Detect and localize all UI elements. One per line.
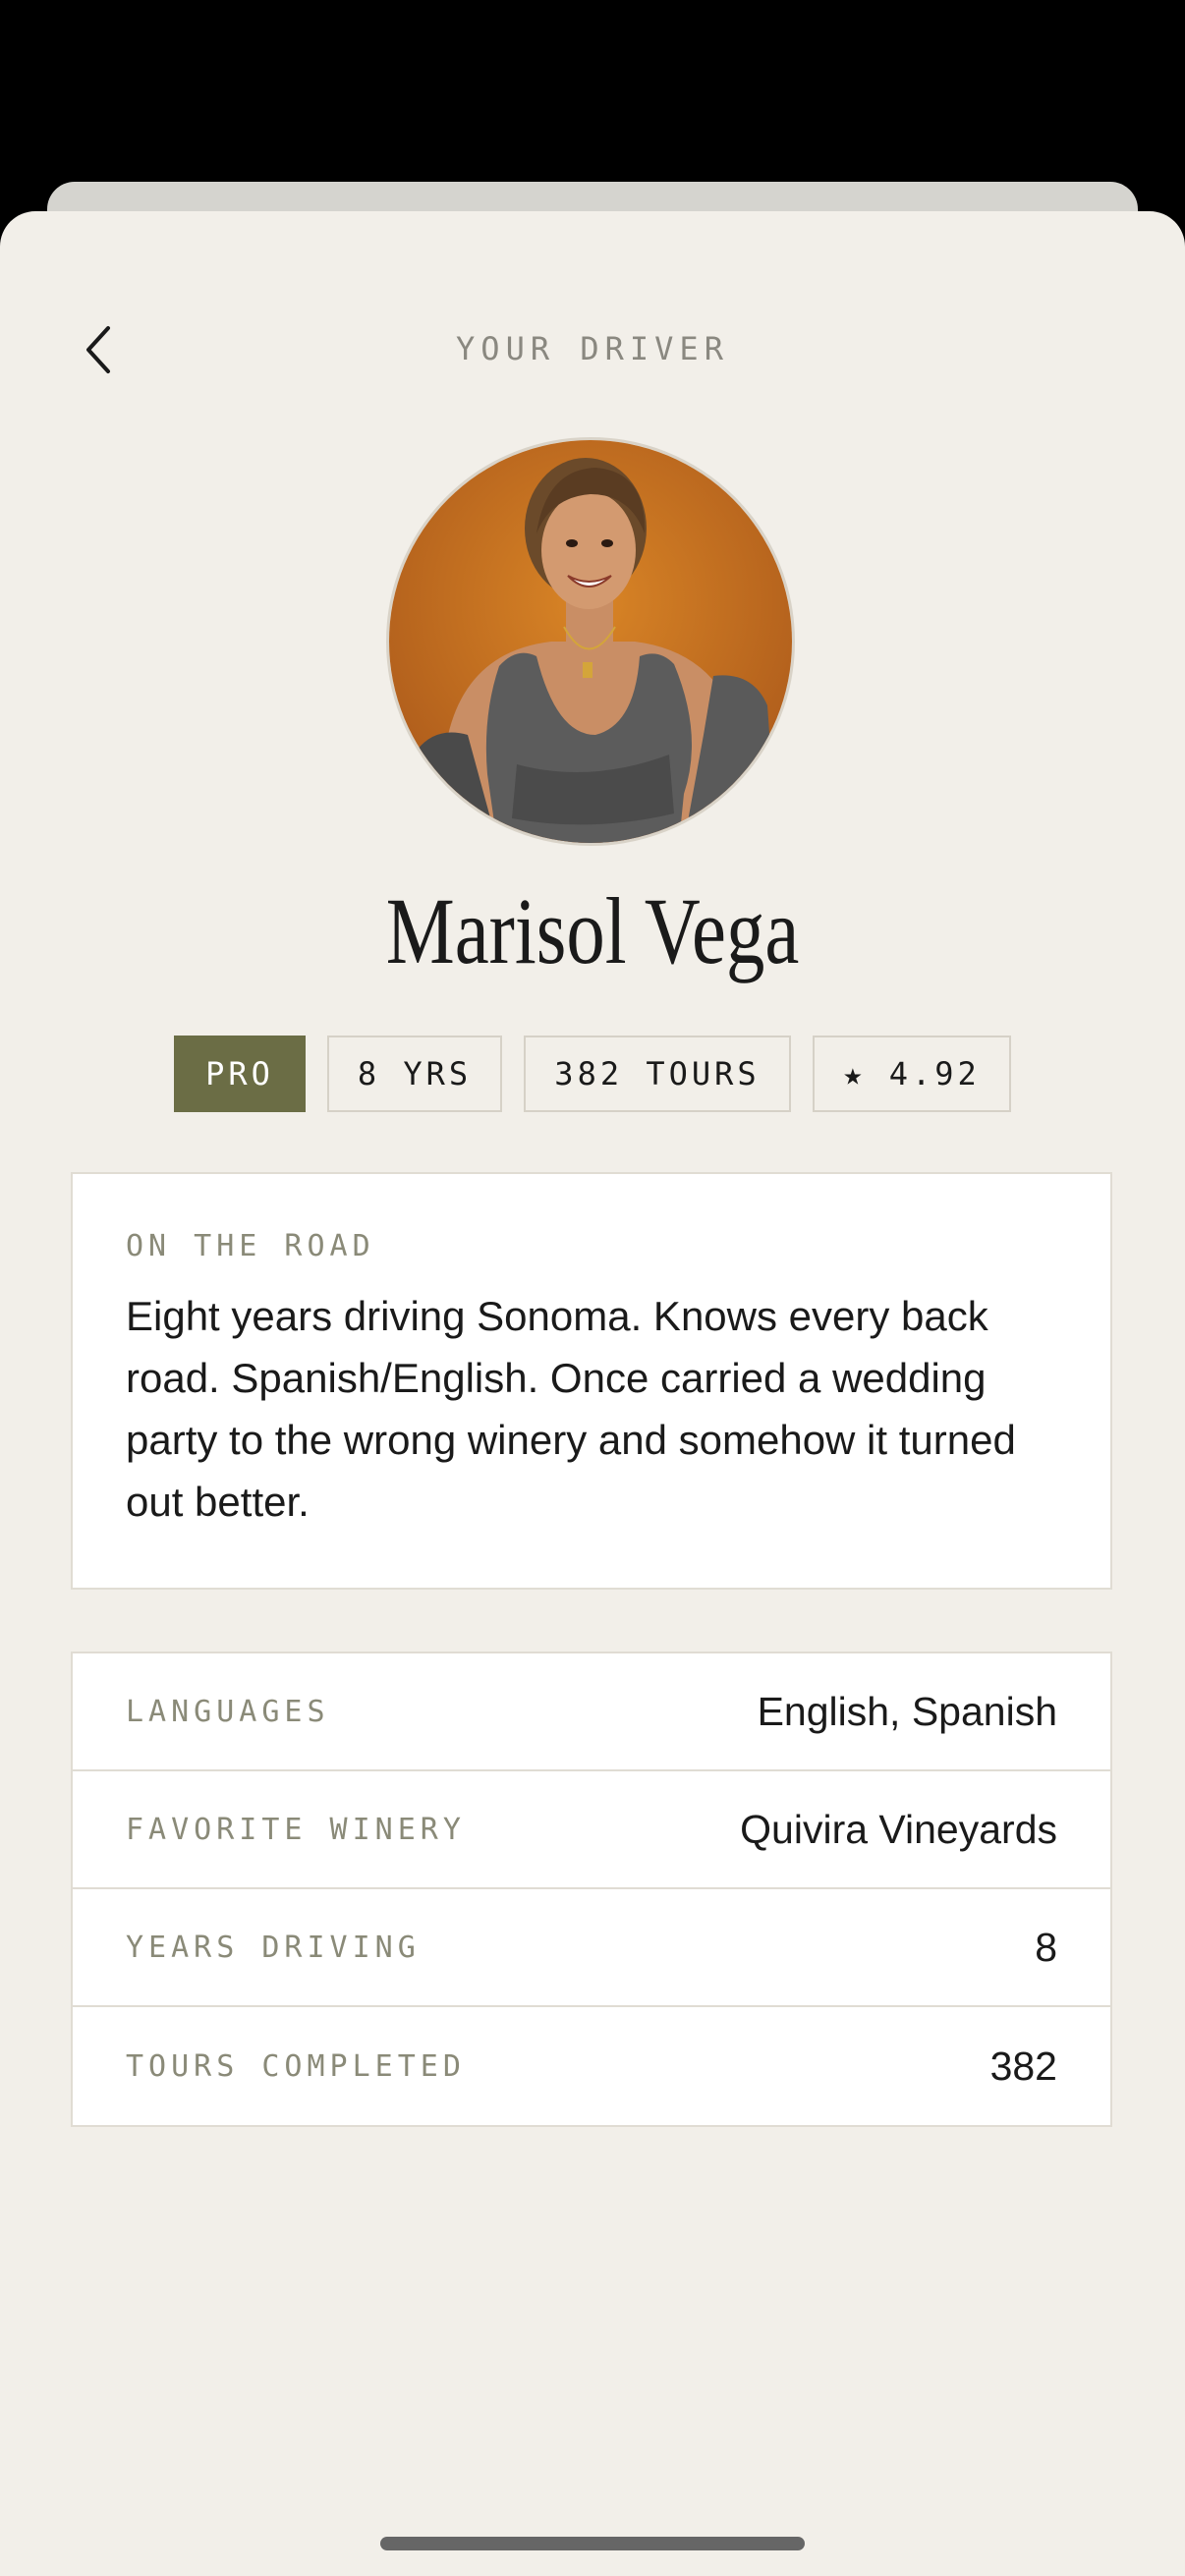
years-badge: 8 YRS [327,1036,502,1112]
pro-badge: PRO [174,1036,306,1112]
stat-row-favorite-winery: FAVORITE WINERY Quivira Vineyards [73,1771,1110,1889]
stat-label: TOURS COMPLETED [126,2048,466,2084]
stat-value: 382 [989,2043,1057,2089]
stat-value: Quivira Vineyards [740,1806,1057,1852]
stat-row-tours-completed: TOURS COMPLETED 382 [73,2007,1110,2125]
about-label: ON THE ROAD [126,1229,375,1263]
page-title: YOUR DRIVER [456,330,729,367]
driver-name: Marisol Vega [385,878,800,983]
stat-label: LANGUAGES [126,1694,330,1729]
stats-card: LANGUAGES English, Spanish FAVORITE WINE… [71,1652,1112,2127]
about-text: Eight years driving Sonoma. Knows every … [126,1293,1016,1525]
stat-label: FAVORITE WINERY [126,1812,466,1847]
about-card: ON THE ROAD Eight years driving Sonoma. … [71,1172,1112,1590]
stat-value: 8 [1035,1924,1057,1970]
driver-badges: PRO 8 YRS 382 TOURS ★ 4.92 [0,1036,1185,1112]
rating-badge: ★ 4.92 [813,1036,1011,1112]
home-indicator[interactable] [380,2537,805,2550]
stat-value: English, Spanish [757,1688,1057,1734]
driver-avatar [386,437,795,846]
tours-badge: 382 TOURS [524,1036,791,1112]
stat-row-years-driving: YEARS DRIVING 8 [73,1889,1110,2007]
stat-row-languages: LANGUAGES English, Spanish [73,1653,1110,1771]
stat-label: YEARS DRIVING [126,1930,421,1965]
